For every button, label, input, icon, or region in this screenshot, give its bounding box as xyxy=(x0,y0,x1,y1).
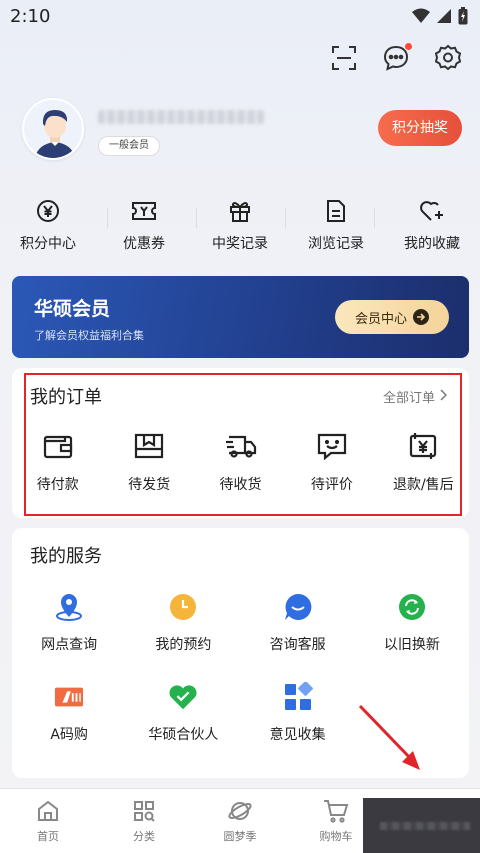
nav-label: 首页 xyxy=(37,830,59,843)
scan-icon[interactable] xyxy=(330,44,358,72)
service-label: 咨询客服 xyxy=(269,637,326,653)
orders-card: 我的订单 全部订单 待付款 待发货 待收货 待评价 退款/售后 xyxy=(12,368,469,518)
service-trade-in[interactable]: 以旧换新 xyxy=(355,592,469,654)
arrow-right-icon xyxy=(413,309,429,325)
points-draw-button[interactable]: 积分抽奖 xyxy=(378,110,462,146)
nav-category[interactable]: 分类 xyxy=(96,789,192,853)
member-center-label: 会员中心 xyxy=(354,311,407,327)
quick-link-label: 积分中心 xyxy=(20,236,76,252)
comment-smile-icon xyxy=(316,430,348,462)
nav-label: 分类 xyxy=(133,830,155,843)
service-feedback[interactable]: 意见收集 xyxy=(241,682,355,744)
quick-link-coupons[interactable]: 优惠券 xyxy=(96,198,192,253)
battery-icon xyxy=(458,7,468,29)
home-icon xyxy=(35,798,61,824)
location-pin-icon xyxy=(54,592,84,622)
divider xyxy=(196,208,197,228)
order-pending-shipment[interactable]: 待发货 xyxy=(103,430,194,494)
nav-label: 圆梦季 xyxy=(223,830,257,843)
a-code-icon xyxy=(54,682,84,712)
member-center-button[interactable]: 会员中心 xyxy=(335,300,449,334)
order-pending-receipt[interactable]: 待收货 xyxy=(195,430,286,494)
coupon-icon xyxy=(131,198,157,224)
chevron-right-icon xyxy=(439,388,448,405)
gift-icon xyxy=(227,198,253,224)
nav-home[interactable]: 首页 xyxy=(0,789,96,853)
status-time: 2:10 xyxy=(10,6,51,27)
service-asus-partner[interactable]: 华硕合伙人 xyxy=(126,682,240,744)
all-orders-link[interactable]: 全部订单 xyxy=(382,387,448,406)
wifi-icon xyxy=(412,8,430,28)
settings-icon[interactable] xyxy=(434,44,462,72)
quick-link-browse-history[interactable]: 浏览记录 xyxy=(288,198,384,253)
quick-link-points-center[interactable]: 积分中心 xyxy=(0,198,96,253)
order-status-row: 待付款 待发货 待收货 待评价 退款/售后 xyxy=(12,430,469,494)
service-appointments[interactable]: 我的预约 xyxy=(126,592,240,654)
service-label: A码购 xyxy=(50,727,88,743)
category-icon xyxy=(131,798,157,824)
service-a-code-purchase[interactable]: A码购 xyxy=(12,682,126,744)
orders-title: 我的订单 xyxy=(30,387,102,408)
quick-link-label: 浏览记录 xyxy=(308,236,364,252)
username-masked xyxy=(98,110,264,124)
quick-link-label: 中奖记录 xyxy=(212,236,268,252)
status-bar: 2:10 xyxy=(0,0,480,34)
avatar[interactable] xyxy=(22,98,84,160)
top-actions xyxy=(330,43,462,72)
vip-subtitle: 了解会员权益福利合集 xyxy=(34,329,144,342)
vip-title: 华硕会员 xyxy=(34,298,111,320)
clock-icon xyxy=(168,592,198,622)
obscured-nav-item-blur xyxy=(380,822,470,830)
order-pending-payment[interactable]: 待付款 xyxy=(12,430,103,494)
recycle-icon xyxy=(397,592,427,622)
quick-links: 积分中心 优惠券 中奖记录 浏览记录 我的收藏 xyxy=(0,198,480,253)
order-label: 待付款 xyxy=(36,477,79,493)
service-label: 我的预约 xyxy=(155,637,212,653)
nav-label: 购物车 xyxy=(319,830,353,843)
quick-link-label: 我的收藏 xyxy=(404,236,460,252)
package-icon xyxy=(133,430,165,462)
service-customer-support[interactable]: 咨询客服 xyxy=(241,592,355,654)
service-label: 意见收集 xyxy=(269,727,326,743)
chat-bubble-icon xyxy=(283,592,313,622)
all-orders-label: 全部订单 xyxy=(382,391,435,406)
grid-icon xyxy=(283,682,313,712)
annotation-arrow xyxy=(358,704,420,770)
quick-link-label: 优惠券 xyxy=(123,236,165,252)
services-title: 我的服务 xyxy=(30,546,102,567)
refund-icon xyxy=(407,430,439,462)
quick-link-prize-records[interactable]: 中奖记录 xyxy=(192,198,288,253)
truck-icon xyxy=(225,430,257,462)
service-label: 华硕合伙人 xyxy=(148,727,219,743)
divider xyxy=(107,208,108,228)
heart-plus-icon xyxy=(419,198,445,224)
member-level-badge: 一般会员 xyxy=(98,136,160,156)
document-icon xyxy=(323,198,349,224)
partner-icon xyxy=(168,682,198,712)
planet-icon xyxy=(227,798,253,824)
cart-icon xyxy=(323,798,349,824)
order-label: 待收货 xyxy=(219,477,262,493)
order-pending-review[interactable]: 待评价 xyxy=(286,430,377,494)
message-icon[interactable] xyxy=(382,43,412,72)
order-label: 待发货 xyxy=(128,477,171,493)
order-label: 退款/售后 xyxy=(392,477,454,493)
service-label: 以旧换新 xyxy=(383,637,440,653)
status-icons xyxy=(412,7,468,29)
service-label: 网点查询 xyxy=(41,637,98,653)
wallet-icon xyxy=(42,430,74,462)
notification-dot xyxy=(405,43,412,50)
yen-coin-icon xyxy=(35,198,61,224)
service-outlet-search[interactable]: 网点查询 xyxy=(12,592,126,654)
order-label: 待评价 xyxy=(310,477,353,493)
order-refund-aftersales[interactable]: 退款/售后 xyxy=(378,430,469,494)
quick-link-favorites[interactable]: 我的收藏 xyxy=(384,198,480,253)
nav-dream-season[interactable]: 圆梦季 xyxy=(192,789,288,853)
divider xyxy=(374,208,375,228)
vip-banner[interactable]: 华硕会员 了解会员权益福利合集 会员中心 xyxy=(12,276,469,358)
divider xyxy=(285,208,286,228)
signal-icon xyxy=(436,8,452,28)
